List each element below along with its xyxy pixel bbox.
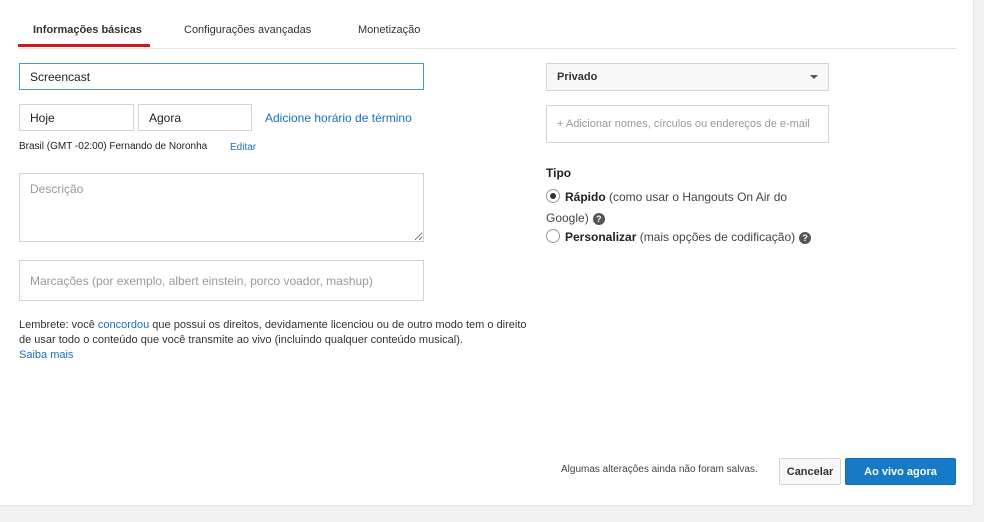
tab-basic-info[interactable]: Informações básicas [33, 24, 142, 36]
tab-advanced-settings[interactable]: Configurações avançadas [184, 24, 311, 36]
start-date-input[interactable] [19, 104, 134, 131]
timezone-text: Brasil (GMT -02:00) Fernando de Noronha [19, 141, 208, 152]
radio-custom[interactable] [546, 229, 560, 243]
type-option-quick[interactable]: Rápido (como usar o Hangouts On Air do G… [546, 187, 816, 229]
radio-quick[interactable] [546, 189, 560, 203]
broadcast-form-panel: Informações básicas Configurações avança… [0, 0, 974, 506]
add-end-time-link[interactable]: Adicione horário de término [265, 111, 412, 125]
edit-timezone-link[interactable]: Editar [230, 142, 256, 153]
type-label: Tipo [546, 166, 572, 180]
type-option-custom[interactable]: Personalizar (mais opções de codificação… [546, 227, 812, 248]
unsaved-changes-text: Algumas alterações ainda não foram salva… [561, 464, 758, 475]
go-live-button[interactable]: Ao vivo agora [845, 458, 956, 485]
chevron-down-icon [810, 75, 818, 79]
description-textarea[interactable] [19, 173, 424, 242]
tags-input[interactable] [19, 260, 424, 301]
tab-monetization[interactable]: Monetização [358, 24, 420, 36]
learn-more-link[interactable]: Saiba mais [19, 349, 73, 361]
active-tab-indicator [18, 44, 150, 47]
privacy-select[interactable]: Privado [546, 63, 829, 91]
help-icon[interactable]: ? [799, 232, 812, 244]
help-icon[interactable]: ? [592, 213, 605, 225]
start-time-input[interactable] [138, 104, 252, 131]
agreed-link[interactable]: concordou [98, 319, 149, 331]
rights-reminder: Lembrete: você concordou que possui os d… [19, 319, 527, 361]
privacy-selected-value: Privado [557, 71, 598, 83]
title-input[interactable] [19, 63, 424, 90]
tab-bar: Informações básicas Configurações avança… [18, 0, 956, 49]
cancel-button[interactable]: Cancelar [779, 458, 841, 485]
share-input[interactable] [546, 105, 829, 143]
